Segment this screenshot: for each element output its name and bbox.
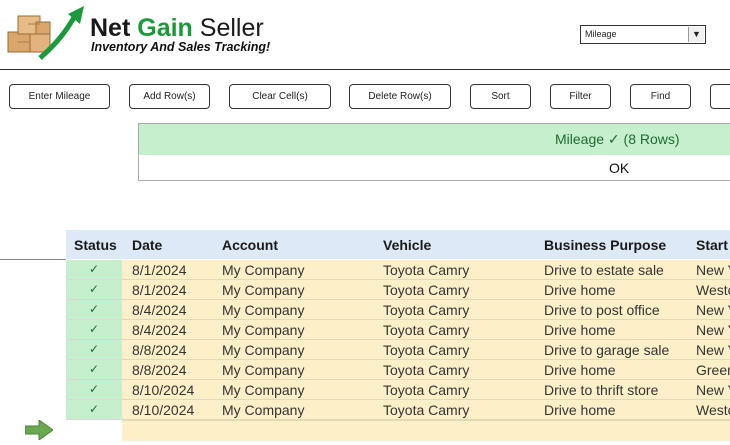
cell-account[interactable]: My Company <box>222 282 304 298</box>
cell-start[interactable]: New Y <box>696 262 730 278</box>
cell-date[interactable]: 8/1/2024 <box>132 282 187 298</box>
cell-date[interactable]: 8/8/2024 <box>132 342 187 358</box>
cell-business-purpose[interactable]: Drive to estate sale <box>544 262 664 278</box>
status-banner: Mileage ✓ (8 Rows) <box>138 123 730 156</box>
cell-start[interactable]: New Y <box>696 302 730 318</box>
status-check-icon[interactable]: ✓ <box>66 320 122 340</box>
cell-account[interactable]: My Company <box>222 342 304 358</box>
new-entry-row[interactable] <box>122 420 730 441</box>
status-ok-text: OK <box>609 160 630 176</box>
header-divider <box>0 69 730 70</box>
table-header: Status Date Account Vehicle Business Pur… <box>66 230 730 259</box>
cell-account[interactable]: My Company <box>222 362 304 378</box>
cell-vehicle[interactable]: Toyota Camry <box>383 282 469 298</box>
boxes-with-growth-arrow-icon <box>7 6 84 60</box>
status-check-icon[interactable]: ✓ <box>66 360 122 380</box>
table-row[interactable]: ✓ 8/4/2024 My Company Toyota Camry Drive to … <box>66 300 730 320</box>
cell-account[interactable]: My Company <box>222 322 304 338</box>
cell-date[interactable]: 8/10/2024 <box>132 382 194 398</box>
clear-cells-button[interactable]: Clear Cell(s) <box>229 84 331 109</box>
table-row[interactable]: ✓ 8/8/2024 My Company Toyota Camry Drive hom… <box>66 360 730 380</box>
header-vehicle[interactable]: Vehicle <box>383 237 431 253</box>
status-banner-text: Mileage ✓ (8 Rows) <box>555 131 680 147</box>
cell-account[interactable]: My Company <box>222 262 304 278</box>
filter-button[interactable]: Filter <box>550 84 611 109</box>
delete-rows-button[interactable]: Delete Row(s) <box>349 84 451 109</box>
header-date[interactable]: Date <box>132 237 162 253</box>
table-row[interactable]: ✓ 8/4/2024 My Company Toyota Camry Drive hom… <box>66 320 730 340</box>
header-status[interactable]: Status <box>74 237 117 253</box>
cell-business-purpose[interactable]: Drive home <box>544 322 616 338</box>
cell-date[interactable]: 8/4/2024 <box>132 322 187 338</box>
cell-start[interactable]: Westc <box>696 282 730 298</box>
status-check-icon[interactable]: ✓ <box>66 280 122 300</box>
cell-vehicle[interactable]: Toyota Camry <box>383 402 469 418</box>
cell-business-purpose[interactable]: Drive to garage sale <box>544 342 669 358</box>
cell-vehicle[interactable]: Toyota Camry <box>383 342 469 358</box>
table-row[interactable]: ✓ 8/1/2024 My Company Toyota Camry Drive to … <box>66 260 730 280</box>
overflow-button[interactable] <box>710 84 730 109</box>
row-divider <box>0 259 66 260</box>
table-row[interactable]: ✓ 8/1/2024 My Company Toyota Camry Drive hom… <box>66 280 730 300</box>
table-row[interactable]: ✓ 8/10/2024 My Company Toyota Camry Drive to… <box>66 380 730 400</box>
cell-date[interactable]: 8/1/2024 <box>132 262 187 278</box>
cell-vehicle[interactable]: Toyota Camry <box>383 322 469 338</box>
cell-vehicle[interactable]: Toyota Camry <box>383 382 469 398</box>
cell-date[interactable]: 8/8/2024 <box>132 362 187 378</box>
title-net: Net <box>90 14 131 42</box>
status-ok-cell: OK <box>138 155 730 181</box>
cell-start[interactable]: Westc <box>696 402 730 418</box>
enter-mileage-button[interactable]: Enter Mileage <box>9 84 110 109</box>
table-row[interactable]: ✓ 8/8/2024 My Company Toyota Camry Drive to … <box>66 340 730 360</box>
find-button[interactable]: Find <box>630 84 691 109</box>
sheet-selector[interactable]: Mileage ▼ <box>580 25 706 44</box>
cell-account[interactable]: My Company <box>222 302 304 318</box>
app-title: Net Gain Seller <box>90 16 264 41</box>
header-account[interactable]: Account <box>222 237 278 253</box>
cell-account[interactable]: My Company <box>222 382 304 398</box>
cell-business-purpose[interactable]: Drive to thrift store <box>544 382 658 398</box>
title-gain: Gain <box>137 14 193 42</box>
cell-vehicle[interactable]: Toyota Camry <box>383 302 469 318</box>
app-subtitle: Inventory And Sales Tracking! <box>91 40 271 54</box>
cell-business-purpose[interactable]: Drive home <box>544 362 616 378</box>
status-check-icon[interactable]: ✓ <box>66 380 122 400</box>
status-check-icon[interactable]: ✓ <box>66 400 122 420</box>
cell-vehicle[interactable]: Toyota Camry <box>383 362 469 378</box>
cell-start[interactable]: New Y <box>696 322 730 338</box>
right-arrow-icon <box>25 420 53 440</box>
title-seller: Seller <box>199 14 264 42</box>
table-row[interactable]: ✓ 8/10/2024 My Company Toyota Camry Drive ho… <box>66 400 730 420</box>
cell-vehicle[interactable]: Toyota Camry <box>383 262 469 278</box>
header-business-purpose[interactable]: Business Purpose <box>544 237 666 253</box>
cell-start[interactable]: New Y <box>696 342 730 358</box>
cell-date[interactable]: 8/10/2024 <box>132 402 194 418</box>
add-rows-button[interactable]: Add Row(s) <box>129 84 210 109</box>
sheet-selector-value: Mileage <box>585 29 617 39</box>
sort-button[interactable]: Sort <box>470 84 531 109</box>
cell-business-purpose[interactable]: Drive to post office <box>544 302 660 318</box>
header-start[interactable]: Start <box>696 237 728 253</box>
status-check-icon[interactable]: ✓ <box>66 340 122 360</box>
cell-start[interactable]: Green <box>696 362 730 378</box>
triangle-down-icon[interactable]: ▼ <box>688 27 704 42</box>
cell-business-purpose[interactable]: Drive home <box>544 282 616 298</box>
status-check-icon[interactable]: ✓ <box>66 260 122 280</box>
cell-business-purpose[interactable]: Drive home <box>544 402 616 418</box>
status-check-icon[interactable]: ✓ <box>66 300 122 320</box>
cell-start[interactable]: New Y <box>696 382 730 398</box>
cell-account[interactable]: My Company <box>222 402 304 418</box>
cell-date[interactable]: 8/4/2024 <box>132 302 187 318</box>
